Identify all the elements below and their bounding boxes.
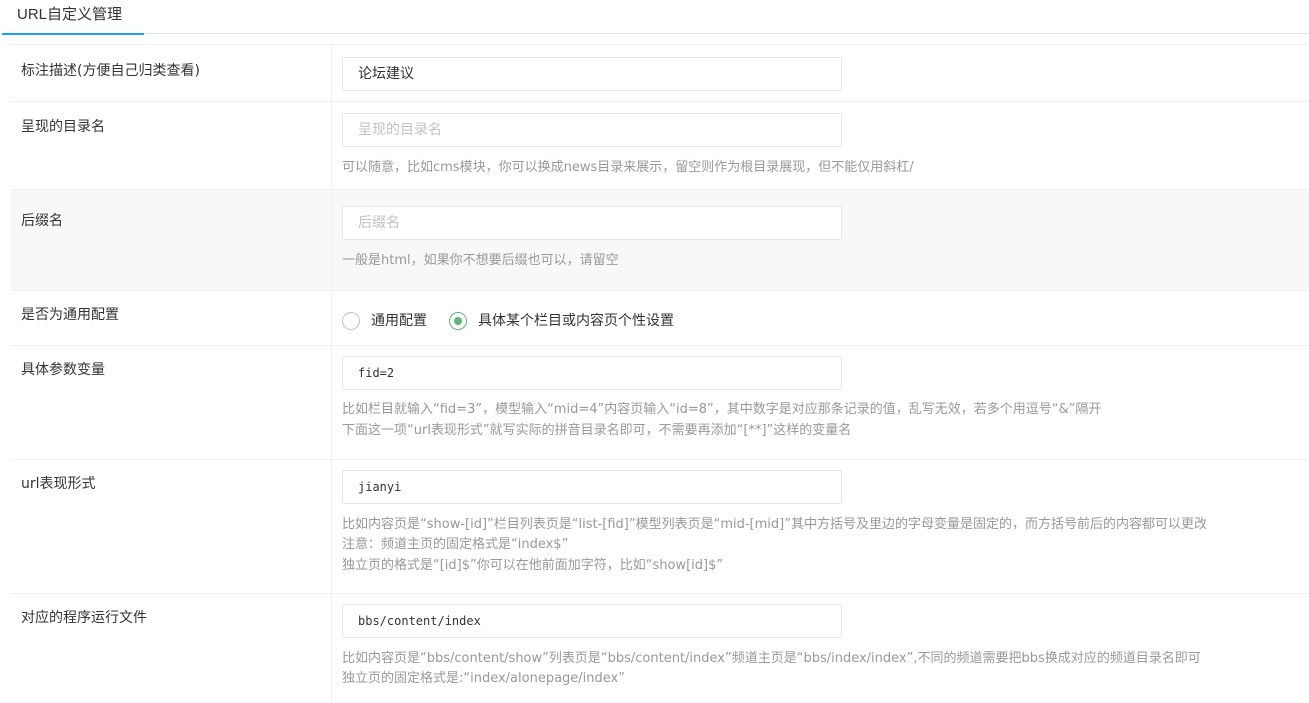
- params-label: 具体参数变量: [21, 362, 105, 378]
- divider: [331, 594, 332, 703]
- url-form-input[interactable]: jianyi: [342, 470, 842, 504]
- form-row-description: 标注描述(方便自己归类查看) 论坛建议: [10, 44, 1309, 101]
- form-row-program: 对应的程序运行文件 bbs/content/index 比如内容页是“bbs/c…: [10, 593, 1309, 703]
- url-form-label: url表现形式: [21, 476, 96, 492]
- form-row-url-form: url表现形式 jianyi 比如内容页是“show-[id]”栏目列表页是“l…: [10, 459, 1309, 593]
- url-form-help-line-1: 比如内容页是“show-[id]”栏目列表页是“list-[fid]”模型列表页…: [342, 517, 1207, 532]
- suffix-input[interactable]: 后缀名: [342, 206, 842, 240]
- params-help-line-2: 下面这一项“url表现形式”就写实际的拼音目录名即可，不需要再添加“[**]”这…: [342, 423, 852, 438]
- tab-bar: URL自定义管理: [0, 0, 1309, 35]
- params-input[interactable]: fid=2: [342, 356, 842, 390]
- suffix-label: 后缀名: [21, 213, 63, 229]
- form-row-suffix: 后缀名 后缀名 一般是html，如果你不想要后缀也可以，请留空: [10, 189, 1309, 290]
- url-form-help-line-3: 独立页的格式是“[id]$”你可以在他前面加字符，比如“show[id]$”: [342, 558, 724, 573]
- divider: [331, 291, 332, 345]
- radio-general-label: 通用配置: [371, 313, 427, 329]
- radio-checked-icon: [449, 312, 467, 330]
- radio-unchecked-icon: [342, 312, 360, 330]
- dirname-label: 呈现的目录名: [21, 119, 105, 135]
- form-row-general: 是否为通用配置 通用配置 具体某个栏目或内容页个性设置: [10, 290, 1309, 345]
- dirname-help: 可以随意，比如cms模块，你可以换成news目录来展示，留空则作为根目录展现，但…: [342, 160, 914, 175]
- divider: [331, 190, 332, 290]
- params-help-line-1: 比如栏目就输入“fid=3”，模型输入“mid=4”内容页输入“id=8”，其中…: [342, 402, 1102, 417]
- tab-url-custom[interactable]: URL自定义管理: [2, 0, 144, 35]
- form-row-params: 具体参数变量 fid=2 比如栏目就输入“fid=3”，模型输入“mid=4”内…: [10, 345, 1309, 459]
- description-input[interactable]: 论坛建议: [342, 57, 842, 91]
- program-help-line-1: 比如内容页是“bbs/content/show”列表页是“bbs/content…: [342, 651, 1201, 666]
- divider: [331, 346, 332, 459]
- divider: [331, 102, 332, 189]
- program-input[interactable]: bbs/content/index: [342, 604, 842, 638]
- url-form-help-line-2: 注意：频道主页的固定格式是“index$”: [342, 537, 569, 552]
- suffix-help: 一般是html，如果你不想要后缀也可以，请留空: [342, 253, 619, 268]
- description-label: 标注描述(方便自己归类查看): [21, 63, 200, 79]
- form-row-dirname: 呈现的目录名 呈现的目录名 可以随意，比如cms模块，你可以换成news目录来展…: [10, 101, 1309, 189]
- program-label: 对应的程序运行文件: [21, 610, 147, 626]
- divider: [331, 460, 332, 593]
- general-label: 是否为通用配置: [21, 307, 119, 323]
- divider: [331, 45, 332, 101]
- radio-specific-label: 具体某个栏目或内容页个性设置: [478, 313, 674, 329]
- dirname-input[interactable]: 呈现的目录名: [342, 113, 842, 147]
- program-help-line-2: 独立页的固定格式是:“index/alonepage/index”: [342, 671, 625, 686]
